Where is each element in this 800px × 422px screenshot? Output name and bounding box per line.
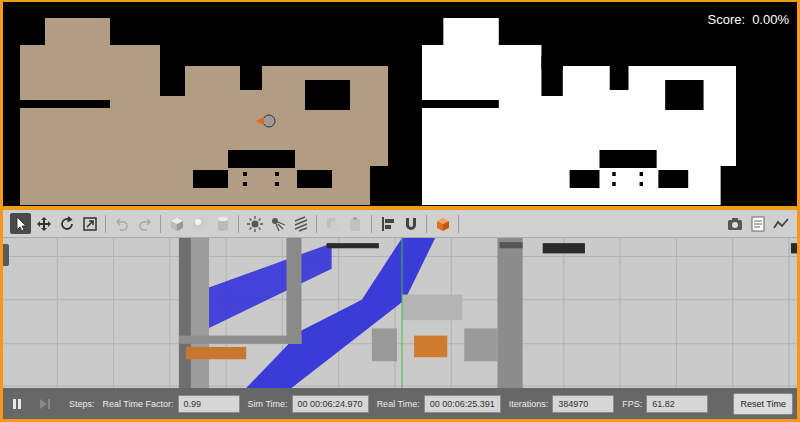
view-button[interactable] bbox=[432, 213, 453, 234]
reset-time-button[interactable]: Reset Time bbox=[733, 393, 793, 415]
snap-button[interactable] bbox=[400, 213, 421, 234]
status-value: 384970 bbox=[552, 395, 614, 413]
plot-icon bbox=[773, 216, 789, 232]
toolbar-separator bbox=[238, 215, 239, 233]
status-value: 61.82 bbox=[646, 395, 708, 413]
play-pause-button[interactable] bbox=[9, 396, 25, 412]
paste-icon bbox=[348, 216, 364, 232]
cylinder-icon bbox=[215, 216, 231, 232]
box-button[interactable] bbox=[166, 213, 187, 234]
align-icon bbox=[380, 216, 396, 232]
scene-render bbox=[3, 238, 797, 388]
step-icon bbox=[39, 398, 51, 410]
side-panel-toggle[interactable] bbox=[3, 244, 9, 266]
toolbar-separator bbox=[105, 215, 106, 233]
status-label: Iterations: bbox=[509, 399, 549, 409]
toolbar bbox=[3, 210, 797, 238]
select-button[interactable] bbox=[10, 213, 31, 234]
redo-icon bbox=[137, 216, 153, 232]
rotate-icon bbox=[59, 216, 75, 232]
score-value: 0.00% bbox=[752, 12, 789, 27]
translate-icon bbox=[36, 216, 52, 232]
status-value: 00 00:06:24.970 bbox=[292, 395, 369, 413]
undo-icon bbox=[114, 216, 130, 232]
align-button[interactable] bbox=[377, 213, 398, 234]
spot-light-icon bbox=[270, 216, 286, 232]
scale-button[interactable] bbox=[79, 213, 100, 234]
point-light-icon bbox=[247, 216, 263, 232]
map-panel: Score: 0.00% bbox=[3, 2, 797, 206]
status-value: 0.99 bbox=[178, 395, 240, 413]
score-title: Score: bbox=[708, 12, 746, 27]
status-label: Real Time Factor: bbox=[103, 399, 174, 409]
app-frame: Score: 0.00% Steps: Real Time Factor: 0.99 Si… bbox=[0, 0, 800, 422]
log-icon bbox=[750, 216, 766, 232]
toolbar-separator bbox=[316, 215, 317, 233]
scene-view[interactable] bbox=[3, 238, 797, 388]
toolbar-separator bbox=[458, 215, 459, 233]
view-icon bbox=[435, 216, 451, 232]
snap-icon bbox=[403, 216, 419, 232]
toolbar-separator bbox=[426, 215, 427, 233]
gazebo-window: Steps: Real Time Factor: 0.99 Sim Time: 00 0… bbox=[3, 210, 797, 419]
score-label: Score: 0.00% bbox=[708, 12, 789, 27]
spot-light-button[interactable] bbox=[267, 213, 288, 234]
rotate-button[interactable] bbox=[56, 213, 77, 234]
step-button[interactable] bbox=[37, 396, 53, 412]
status-label: Real Time: bbox=[377, 399, 420, 409]
robot-icon bbox=[256, 115, 275, 127]
paste-button[interactable] bbox=[345, 213, 366, 234]
toolbar-separator bbox=[160, 215, 161, 233]
ground-truth-map bbox=[422, 16, 736, 205]
translate-button[interactable] bbox=[33, 213, 54, 234]
status-label: FPS: bbox=[622, 399, 642, 409]
copy-icon bbox=[325, 216, 341, 232]
directional-light-icon bbox=[293, 216, 309, 232]
pause-icon bbox=[11, 398, 23, 410]
occupancy-map bbox=[20, 16, 388, 205]
scale-icon bbox=[82, 216, 98, 232]
status-label: Sim Time: bbox=[248, 399, 288, 409]
status-bar: Steps: Real Time Factor: 0.99 Sim Time: 00 0… bbox=[3, 388, 797, 419]
screenshot-icon bbox=[727, 216, 743, 232]
sphere-button[interactable] bbox=[189, 213, 210, 234]
status-value: 00 00:06:25.391 bbox=[424, 395, 501, 413]
undo-button[interactable] bbox=[111, 213, 132, 234]
directional-light-button[interactable] bbox=[290, 213, 311, 234]
log-button[interactable] bbox=[747, 213, 768, 234]
cylinder-button[interactable] bbox=[212, 213, 233, 234]
select-icon bbox=[13, 216, 29, 232]
redo-button[interactable] bbox=[134, 213, 155, 234]
steps-label: Steps: bbox=[69, 399, 95, 409]
point-light-button[interactable] bbox=[244, 213, 265, 234]
toolbar-separator bbox=[371, 215, 372, 233]
sphere-icon bbox=[192, 216, 208, 232]
copy-button[interactable] bbox=[322, 213, 343, 234]
plot-button[interactable] bbox=[770, 213, 791, 234]
screenshot-button[interactable] bbox=[724, 213, 745, 234]
box-icon bbox=[169, 216, 185, 232]
